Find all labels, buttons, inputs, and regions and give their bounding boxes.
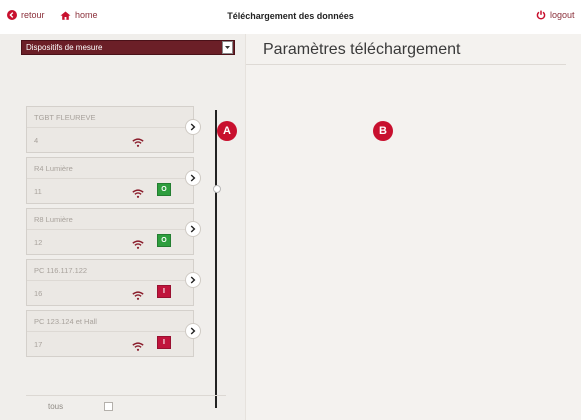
open-device-chevron[interactable] (185, 221, 201, 237)
select-all-label: tous (48, 402, 64, 411)
wifi-icon (132, 185, 144, 203)
power-icon (536, 10, 546, 20)
device-name: PC 123.124 et Hall (34, 317, 97, 326)
device-card[interactable]: PC 116.117.122 16 I (26, 259, 201, 306)
heading-divider (246, 64, 566, 65)
footer-divider (26, 395, 226, 396)
device-name: PC 116.117.122 (34, 266, 88, 275)
card-divider (27, 127, 193, 128)
device-name: R4 Lumière (34, 164, 73, 173)
device-card[interactable]: R4 Lumière 11 O (26, 157, 201, 204)
open-device-chevron[interactable] (185, 272, 201, 288)
open-device-chevron[interactable] (185, 119, 201, 135)
logout-label: logout (550, 10, 575, 20)
wifi-icon (132, 236, 144, 254)
card-divider (27, 280, 193, 281)
slider-handle[interactable] (213, 185, 221, 193)
device-type-select-value: Dispositifs de mesure (26, 43, 103, 52)
open-device-chevron[interactable] (185, 323, 201, 339)
device-number: 11 (34, 187, 42, 196)
timeline-bar (215, 110, 217, 408)
app-window: retour home Téléchargement des données l… (0, 0, 581, 420)
select-all-row: tous (48, 402, 113, 411)
card-divider (27, 229, 193, 230)
callout-marker-a: A (217, 121, 237, 141)
device-name: TGBT FLEUREVE (34, 113, 96, 122)
device-number: 17 (34, 340, 43, 349)
card-divider (27, 331, 193, 332)
device-number: 4 (34, 136, 39, 145)
status-badge: I (157, 285, 171, 298)
download-settings-heading: Paramètres téléchargement (263, 41, 461, 58)
status-badge: O (157, 183, 171, 196)
device-card[interactable]: PC 123.124 et Hall 17 I (26, 310, 201, 357)
callout-marker-b: B (373, 121, 393, 141)
wifi-icon (132, 287, 144, 305)
select-all-checkbox[interactable] (104, 402, 113, 411)
left-panel: Dispositifs de mesure TGBT FLEUREVE 4 R4… (0, 34, 245, 420)
status-badge: I (157, 336, 171, 349)
device-number: 16 (34, 289, 43, 298)
device-card[interactable]: TGBT FLEUREVE 4 (26, 106, 201, 153)
wifi-icon (132, 338, 144, 356)
device-card[interactable]: R8 Lumière 12 O (26, 208, 201, 255)
status-badge: O (157, 234, 171, 247)
right-panel: Paramètres téléchargement (245, 34, 581, 420)
device-name: R8 Lumière (34, 215, 73, 224)
device-type-select[interactable]: Dispositifs de mesure (21, 40, 235, 55)
logout-button[interactable]: logout (536, 10, 575, 20)
page-title: Téléchargement des données (227, 11, 354, 21)
device-number: 12 (34, 238, 43, 247)
wifi-icon (132, 134, 144, 152)
top-bar: retour home Téléchargement des données l… (0, 0, 581, 35)
dropdown-arrow-icon[interactable] (222, 41, 233, 54)
card-divider (27, 178, 193, 179)
open-device-chevron[interactable] (185, 170, 201, 186)
